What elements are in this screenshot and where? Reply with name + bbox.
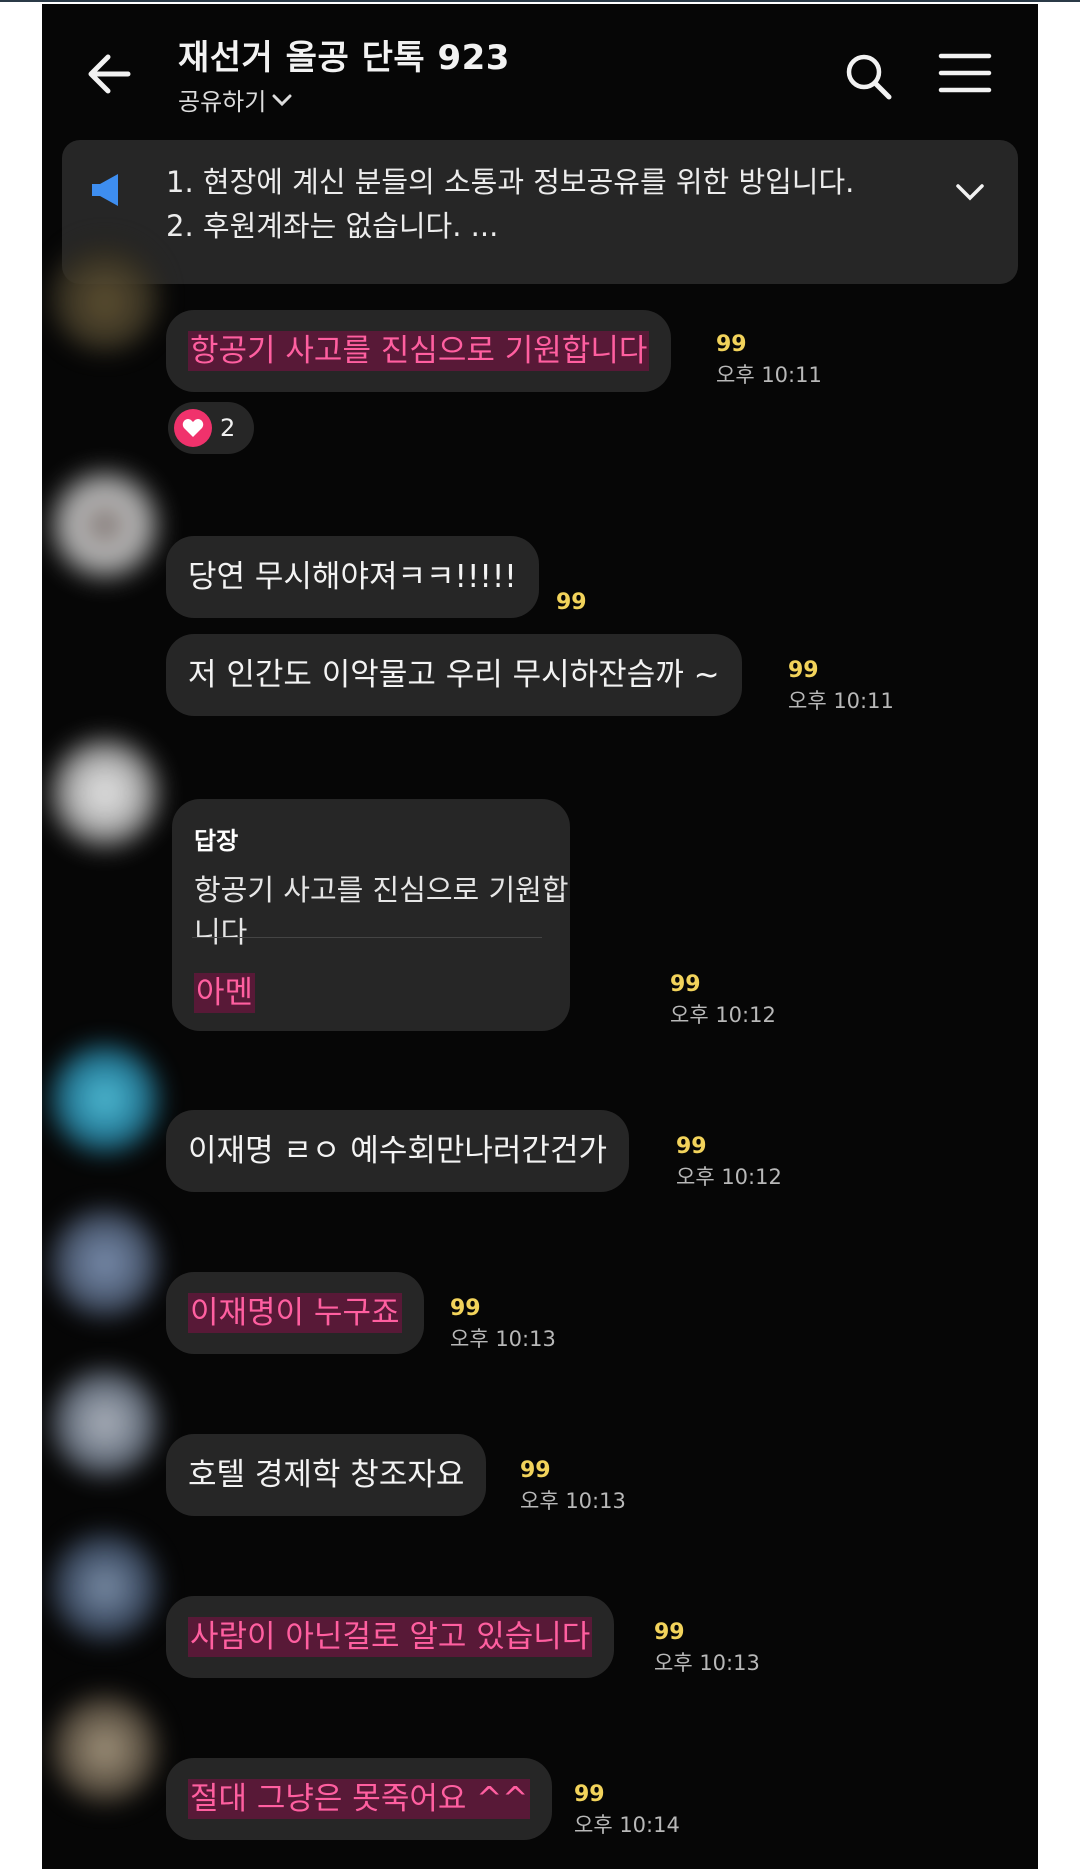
pinned-notice[interactable]: 1. 현장에 계신 분들의 소통과 정보공유를 위한 방입니다. 2. 후원계좌… [62,140,1018,284]
unread-count: 99 [556,590,587,615]
search-icon[interactable] [842,50,896,104]
heart-icon [174,409,212,447]
notice-line-2: 2. 후원계좌는 없습니다. ... [166,209,499,243]
share-label: 공유하기 [178,88,267,116]
message-time: 오후 10:11 [716,363,822,387]
message-bubble[interactable]: 이재명 ㄹㅇ 예수회만나러간건가 [166,1110,629,1192]
avatar[interactable] [50,1532,160,1642]
avatar[interactable] [50,242,160,352]
message-text: 이재명 ㄹㅇ 예수회만나러간건가 [188,1133,607,1169]
unread-count: 99 [670,972,701,997]
message-time: 오후 10:12 [670,1003,776,1027]
chat-room-title: 재선거 올공 단톡 923 [178,38,510,78]
reply-message-bubble[interactable]: 답장 항공기 사고를 진심으로 기원합니다 아멘 [172,799,570,1031]
message-time: 오후 10:13 [654,1651,760,1675]
message-meta: 99 오후 10:13 [450,1294,556,1354]
message-meta: 99 오후 10:11 [716,330,822,390]
message-meta: 99 오후 10:14 [574,1780,680,1840]
notice-line-1: 1. 현장에 계신 분들의 소통과 정보공유를 위한 방입니다. [166,165,855,199]
avatar[interactable] [50,1368,160,1478]
message-bubble[interactable]: 이재명이 누구죠 [166,1272,424,1354]
message-time: 오후 10:13 [520,1489,626,1513]
message-meta: 99 오후 10:13 [654,1618,760,1678]
message-text: 이재명이 누구죠 [188,1293,402,1333]
chevron-down-icon[interactable] [950,172,990,212]
avatar[interactable] [50,1044,160,1154]
message-bubble[interactable]: 당연 무시해야져ㅋㅋ!!!!! [166,536,539,618]
message-text: 항공기 사고를 진심으로 기원합니다 [188,331,650,371]
message-text: 당연 무시해야져ㅋㅋ!!!!! [188,559,517,595]
message-bubble[interactable]: 저 인간도 이악물고 우리 무시하잔슴까 ~ [166,634,742,716]
message-bubble[interactable]: 항공기 사고를 진심으로 기원합니다 [166,310,672,392]
back-arrow-icon[interactable] [82,46,138,102]
message-time: 오후 10:14 [574,1813,680,1837]
message-time: 오후 10:13 [450,1327,556,1351]
message-text: 저 인간도 이악물고 우리 무시하잔슴까 ~ [188,657,720,693]
unread-count: 99 [788,658,819,683]
unread-count: 99 [450,1296,481,1321]
message-text: 절대 그냥은 못죽어요 ^^ [188,1779,531,1819]
reaction-badge[interactable]: 2 [168,402,254,454]
unread-count: 99 [654,1620,685,1645]
message-meta: 99 오후 10:12 [676,1132,782,1192]
megaphone-icon [92,174,118,206]
message-bubble[interactable]: 호텔 경제학 창조자요 [166,1434,487,1516]
message-meta: 99 [556,588,587,618]
message-meta: 99 오후 10:13 [520,1456,626,1516]
reply-header: 답장 [194,827,239,855]
avatar[interactable] [50,738,160,848]
reply-quote: 항공기 사고를 진심으로 기원합니다 [194,873,569,949]
message-text: 아멘 [194,973,256,1013]
reply-divider [192,937,542,938]
message-bubble[interactable]: 사람이 아닌걸로 알고 있습니다 [166,1596,615,1678]
top-border-line [0,0,1080,2]
reaction-count: 2 [220,414,236,442]
avatar[interactable] [50,1208,160,1318]
message-time: 오후 10:11 [788,689,894,713]
unread-count: 99 [574,1782,605,1807]
message-text: 사람이 아닌걸로 알고 있습니다 [188,1617,593,1657]
unread-count: 99 [676,1134,707,1159]
message-meta: 99 오후 10:11 [788,656,894,716]
avatar[interactable] [50,470,160,580]
avatar[interactable] [50,1694,160,1804]
unread-count: 99 [520,1458,551,1483]
message-time: 오후 10:12 [676,1165,782,1189]
message-text: 호텔 경제학 창조자요 [188,1457,465,1493]
menu-icon[interactable] [938,50,992,96]
chat-screen: 재선거 올공 단톡 923 공유하기 1. 현장에 계신 분들의 소통과 정보공… [42,4,1038,1869]
share-dropdown[interactable]: 공유하기 [178,82,292,117]
chevron-down-icon [272,94,292,106]
unread-count: 99 [716,332,747,357]
message-meta: 99 오후 10:12 [670,970,776,1030]
message-bubble[interactable]: 절대 그냥은 못죽어요 ^^ [166,1758,553,1840]
